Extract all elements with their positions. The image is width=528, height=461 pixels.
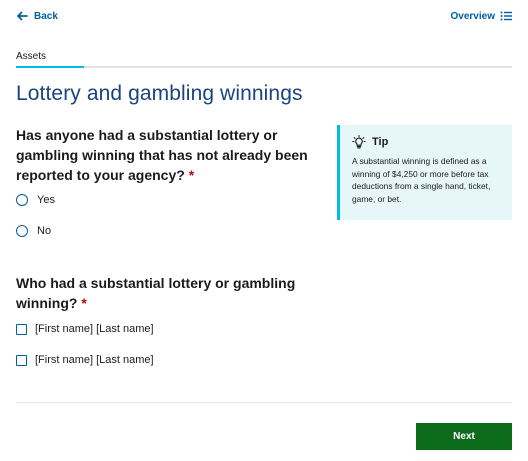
tip-box: Tip A substantial winning is defined as … bbox=[337, 125, 512, 220]
radio-circle[interactable] bbox=[16, 225, 28, 237]
section-tab-assets: Assets bbox=[16, 51, 47, 62]
lightbulb-icon bbox=[352, 135, 366, 149]
section-progress-track bbox=[16, 66, 512, 68]
overview-label: Overview bbox=[450, 10, 495, 22]
checkbox-label: [First name] [Last name] bbox=[35, 354, 154, 366]
next-button[interactable]: Next bbox=[416, 423, 512, 450]
back-link[interactable]: Back bbox=[16, 10, 58, 22]
checkbox-box[interactable] bbox=[16, 354, 27, 366]
checkbox-person-2[interactable]: [First name] [Last name] bbox=[16, 354, 154, 366]
list-icon bbox=[500, 11, 512, 21]
radio-label-no: No bbox=[37, 225, 52, 237]
question-who-had-winnings: Who had a substantial lottery or gamblin… bbox=[16, 273, 306, 313]
radio-yes[interactable]: Yes bbox=[16, 194, 55, 206]
question-unreported-winnings: Has anyone had a substantial lottery or … bbox=[16, 125, 316, 185]
overview-link[interactable]: Overview bbox=[451, 10, 512, 22]
tip-title: Tip bbox=[372, 136, 389, 148]
tip-body: A substantial winning is defined as a wi… bbox=[352, 156, 491, 204]
checkbox-box[interactable] bbox=[16, 323, 27, 335]
question-text: Has anyone had a substantial lottery or … bbox=[16, 127, 308, 183]
section-progress-indicator bbox=[16, 66, 84, 68]
checkbox-person-1[interactable]: [First name] [Last name] bbox=[16, 323, 154, 335]
back-label: Back bbox=[34, 10, 58, 22]
page: Back Overview Assets Lottery and gamblin… bbox=[0, 0, 528, 461]
checkbox-label: [First name] [Last name] bbox=[35, 323, 154, 335]
arrow-left-icon bbox=[17, 11, 28, 21]
footer-divider bbox=[16, 402, 512, 403]
radio-no[interactable]: No bbox=[16, 225, 51, 237]
radio-label-yes: Yes bbox=[37, 194, 55, 206]
required-marker: * bbox=[188, 167, 195, 183]
question-text: Who had a substantial lottery or gamblin… bbox=[16, 275, 296, 311]
tip-header: Tip bbox=[352, 135, 502, 149]
required-marker: * bbox=[81, 295, 87, 311]
page-title: Lottery and gambling winnings bbox=[16, 82, 303, 105]
radio-circle[interactable] bbox=[16, 194, 28, 206]
